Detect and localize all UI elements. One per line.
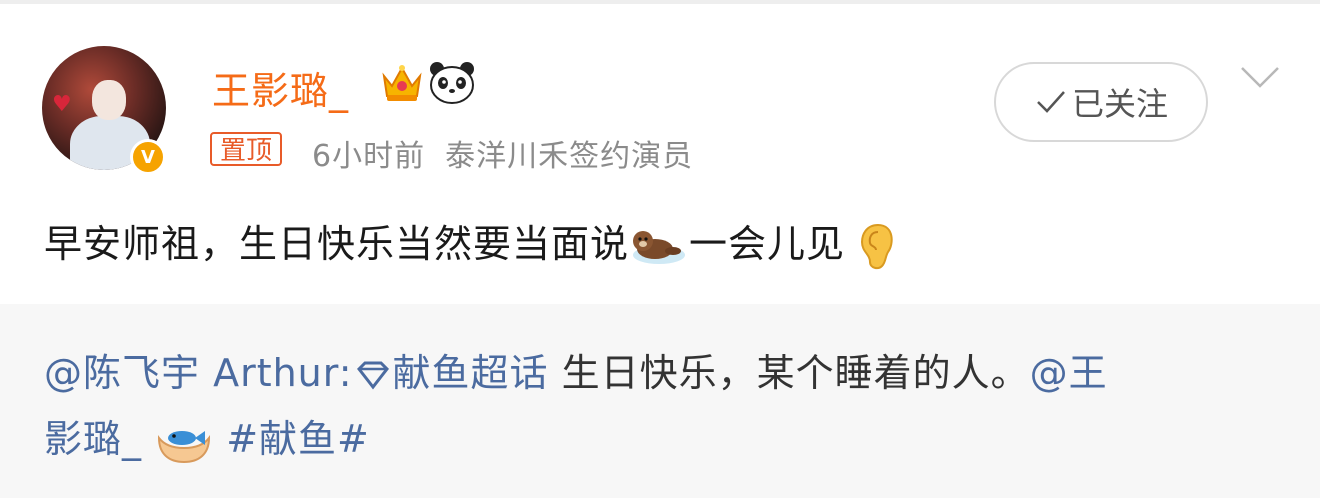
repost-mention-line1[interactable]: @王	[1030, 351, 1108, 395]
repost-text-line2: 影璐_ #献鱼#	[44, 408, 370, 464]
chevron-down-icon[interactable]	[1240, 64, 1280, 90]
post-time: 6小时前	[312, 139, 426, 174]
post-text: 早安师祖，生日快乐当然要当面说 一会儿见	[44, 213, 898, 272]
panda-icon	[430, 62, 474, 104]
verified-v-icon: V	[130, 139, 166, 175]
check-icon	[1037, 91, 1065, 113]
supertopic-diamond-icon	[356, 361, 389, 389]
avatar-figure-face	[92, 80, 126, 120]
repost-text-line1: @陈飞宇 Arthur: 献鱼超话 生日快乐，某个睡着的人。@王	[44, 342, 1108, 397]
otter-emoji-icon	[633, 230, 686, 264]
supertopic-link[interactable]: 献鱼超话	[393, 351, 549, 395]
repost-author-mention[interactable]: @陈飞宇 Arthur:	[44, 351, 353, 395]
pinned-tag: 置顶	[210, 132, 283, 166]
hashtag-link[interactable]: #献鱼#	[226, 417, 370, 461]
post-meta: 6小时前 泰洋川禾签约演员	[312, 131, 693, 175]
repost-text: 生日快乐，某个睡着的人。	[548, 351, 1030, 395]
post-source: 泰洋川禾签约演员	[445, 139, 694, 174]
ear-emoji-icon	[861, 223, 893, 269]
repost-mention-line2[interactable]: 影璐_	[44, 417, 142, 461]
heart-icon: ♥	[52, 92, 72, 117]
post-text-part1: 早安师祖，生日快乐当然要当面说	[44, 222, 630, 266]
repost-box[interactable]	[0, 304, 1320, 498]
crown-badge-icon[interactable]	[380, 62, 424, 104]
post-text-part2: 一会儿见	[689, 222, 846, 266]
username[interactable]: 王影璐_	[212, 60, 349, 115]
follow-button-label: 已关注	[1071, 85, 1168, 123]
follow-button[interactable]: 已关注	[994, 62, 1208, 142]
hands-fish-emoji-icon	[158, 430, 211, 463]
